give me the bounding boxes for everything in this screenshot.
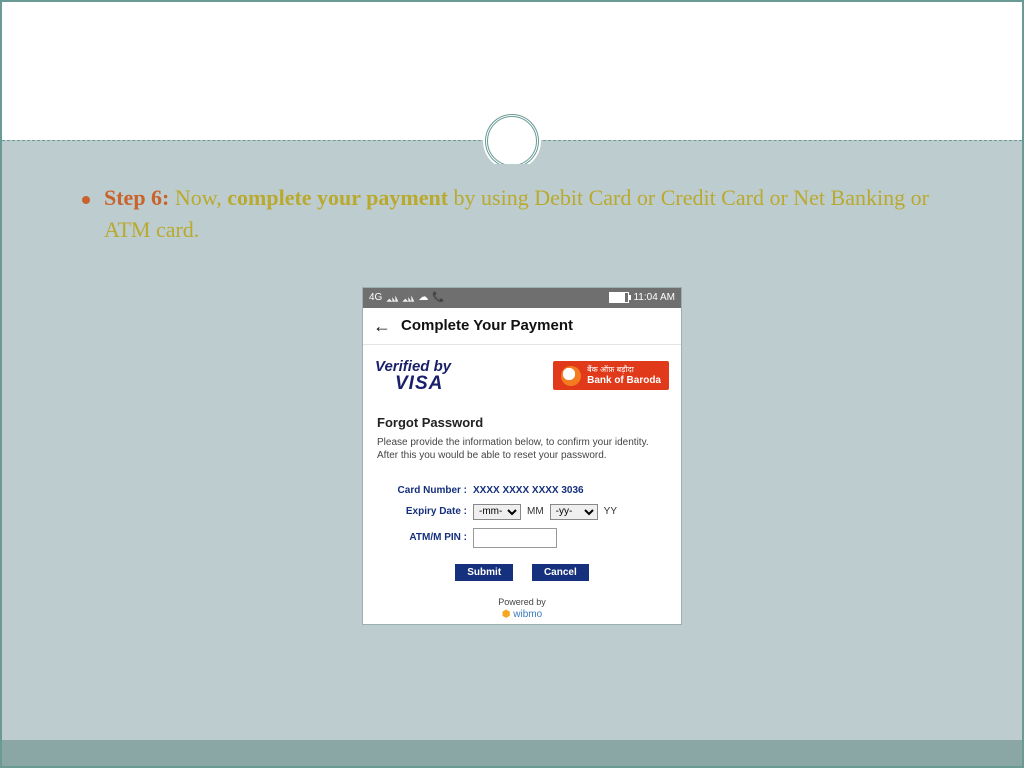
wibmo-logo: ⬢ wibmo (363, 609, 681, 624)
bank-name-hi: बैंक ऑफ़ बड़ौदा (587, 365, 634, 374)
forgot-text: Please provide the information below, to… (377, 436, 667, 463)
yy-suffix: YY (604, 506, 617, 517)
powered-by-label: Powered by (363, 593, 681, 609)
back-icon[interactable]: ← (373, 317, 391, 335)
slide-footer-band (2, 740, 1022, 766)
network-label: 4G (369, 292, 382, 303)
bullet-bold: complete your payment (227, 185, 448, 210)
vbv-line2: VISA (395, 374, 451, 393)
card-number-value: XXXX XXXX XXXX 3036 (473, 485, 584, 496)
bank-of-baroda-logo: बैंक ऑफ़ बड़ौदा Bank of Baroda (553, 361, 669, 390)
divider-circle-icon (485, 114, 539, 168)
step-label: Step 6: (104, 185, 169, 210)
wibmo-dot-icon: ⬢ (502, 609, 511, 620)
phone-title-bar: ← Complete Your Payment (363, 308, 681, 345)
battery-icon (609, 292, 629, 303)
phone-icon: 📞 (432, 292, 444, 303)
pin-label: ATM/M PIN : (381, 532, 467, 543)
signal-icon (402, 294, 414, 302)
slide-body: Step 6: Now, complete your payment by us… (2, 164, 1022, 740)
expiry-label: Expiry Date : (381, 506, 467, 517)
bullet-item: Step 6: Now, complete your payment by us… (82, 182, 962, 246)
forgot-heading: Forgot Password (377, 415, 667, 430)
verified-by-visa-logo: Verified by VISA (375, 359, 451, 393)
clock: 11:04 AM (633, 292, 675, 303)
slide-divider (2, 140, 1022, 164)
logo-row: Verified by VISA बैंक ऑफ़ बड़ौदा Bank of… (363, 345, 681, 401)
bank-sun-icon (561, 366, 581, 386)
bullet-dot-icon (82, 196, 90, 204)
card-number-label: Card Number : (381, 485, 467, 496)
bank-name-en: Bank of Baroda (587, 375, 661, 387)
pin-input[interactable] (473, 528, 557, 548)
phone-page-title: Complete Your Payment (401, 317, 573, 334)
expiry-year-select[interactable]: -yy- (550, 504, 598, 520)
wibmo-text: wibmo (513, 609, 542, 620)
mm-suffix: MM (527, 506, 544, 517)
card-form: Card Number : XXXX XXXX XXXX 3036 Expiry… (363, 463, 681, 593)
bullet-text: Step 6: Now, complete your payment by us… (104, 182, 962, 246)
cancel-button[interactable]: Cancel (532, 564, 589, 581)
phone-screenshot: 4G ☁ 📞 11:04 AM ← Complete Your Payment … (363, 288, 681, 624)
pin-row: ATM/M PIN : (381, 528, 663, 548)
phone-status-bar: 4G ☁ 📞 11:04 AM (363, 288, 681, 308)
cloud-icon: ☁ (418, 292, 428, 303)
expiry-month-select[interactable]: -mm- (473, 504, 521, 520)
bullet-part1: Now, (169, 185, 227, 210)
forgot-password-section: Forgot Password Please provide the infor… (363, 401, 681, 463)
card-number-row: Card Number : XXXX XXXX XXXX 3036 (381, 485, 663, 496)
signal-icon (386, 294, 398, 302)
submit-button[interactable]: Submit (455, 564, 513, 581)
expiry-row: Expiry Date : -mm- MM -yy- YY (381, 504, 663, 520)
